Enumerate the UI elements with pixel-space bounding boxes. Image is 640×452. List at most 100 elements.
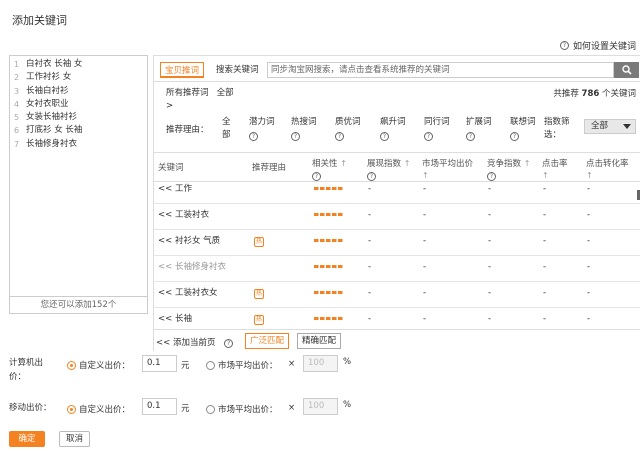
cvr-cell: - — [587, 236, 591, 246]
add-keyword-link[interactable]: << 工作 — [158, 182, 192, 200]
tab-item-recommend[interactable]: 宝贝推词 — [160, 62, 205, 78]
radio-icon — [206, 404, 215, 414]
cancel-button[interactable]: 取消 — [59, 431, 90, 447]
keyword-list-item: 2 工作衬衫 女 — [14, 71, 143, 84]
index-filter-select[interactable]: 全部 — [584, 119, 636, 134]
line-number: 5 — [14, 113, 20, 123]
mobile-percent-input[interactable]: 100 — [303, 398, 338, 415]
keyword-list-item: 5 女装长袖衬衫 — [14, 111, 143, 124]
reason-filter-item[interactable]: 扩展词? — [466, 116, 492, 143]
keyword-list-item: 1 白衬衣 长袖 女 — [14, 58, 143, 71]
avg-price-cell: - — [423, 314, 427, 324]
table-row[interactable]: << 长袖修身衬衣 - - - - - — [154, 256, 640, 282]
keyword-text: 白衬衣 长袖 女 — [26, 59, 83, 69]
col-competition[interactable]: 竞争指数 ↑? — [487, 158, 530, 182]
recommend-panel: 宝贝推词 搜索关键词 同步淘宝网搜索，请点击查看系统推荐的关键词 所有推荐词 全… — [153, 55, 640, 352]
add-keyword-link[interactable]: << 衬衫女 气质 — [158, 230, 220, 252]
breadcrumb-value[interactable]: 全部 — [217, 88, 234, 98]
keyword-text: 长袖修身衬衣 — [26, 138, 78, 149]
competition-cell: - — [488, 288, 492, 298]
radio-icon — [206, 360, 215, 370]
ctr-cell: - — [543, 236, 547, 246]
breadcrumb: 所有推荐词 全部 > — [166, 87, 234, 113]
impressions-cell: - — [368, 210, 372, 220]
col-avg-price[interactable]: 市场平均出价 ↑ — [422, 158, 473, 182]
reason-filter-item[interactable]: 质优词? — [335, 116, 361, 143]
reason-filter-all[interactable]: 全 部 — [222, 116, 231, 142]
question-icon: ? — [510, 132, 519, 141]
reason-filter-item[interactable]: 热搜词? — [291, 116, 317, 143]
table-row[interactable]: << 工装衬衣女 热 - - - - - — [154, 282, 640, 308]
keyword-list-item: 3 长袖白衬衫 — [14, 85, 143, 98]
keyword-list-item: 4 女衬衣职业 — [14, 98, 143, 111]
computer-custom-bid-radio[interactable]: 自定义出价： — [67, 359, 130, 371]
computer-percent-input[interactable]: 100 — [303, 355, 338, 372]
search-input[interactable]: 同步淘宝网搜索，请点击查看系统推荐的关键词 — [267, 62, 614, 78]
keyword-table-body: << 工作 - - - - - << 工装衬衣 - - - - - << 衬衫女 气质热 - - - - - << … — [154, 182, 640, 328]
sort-up-icon: ↑ — [403, 159, 411, 168]
help-link[interactable]: ? 如何设置关键词 — [559, 39, 636, 52]
tab-search-keywords[interactable]: 搜索关键词 — [212, 62, 263, 78]
question-icon: ? — [424, 132, 433, 141]
mobile-percent-sign: % — [343, 400, 352, 410]
relevance-bars — [314, 291, 343, 294]
keyword-text: 长袖白衬衫 — [26, 85, 69, 96]
computer-times-sign: × — [288, 359, 296, 369]
computer-bid-input[interactable]: 0.1 — [142, 355, 177, 372]
line-number: 7 — [14, 139, 20, 149]
ctr-cell: - — [543, 210, 547, 220]
hot-badge: 热 — [254, 289, 264, 299]
avg-price-cell: - — [423, 184, 427, 194]
line-number: 2 — [14, 73, 20, 83]
chevron-down-icon — [623, 124, 631, 129]
reason-filter-item[interactable]: 联想词? — [510, 116, 536, 143]
broad-match-button[interactable]: 广泛匹配 — [245, 333, 290, 349]
question-icon: ? — [335, 132, 344, 141]
help-link-label: 如何设置关键词 — [572, 42, 636, 52]
keyword-text: 打底衫 女 长袖 — [26, 125, 83, 136]
reason-filter-item[interactable]: 飙升词? — [380, 116, 406, 143]
mobile-bid-unit: 元 — [181, 404, 190, 414]
reason-filter-item[interactable]: 同行词? — [424, 116, 450, 143]
question-icon: ? — [367, 172, 376, 181]
table-row[interactable]: << 工作 - - - - - — [154, 182, 640, 204]
reason-filter-item[interactable]: 潜力词? — [249, 116, 275, 143]
sort-up-icon: ↑ — [542, 171, 549, 180]
add-keyword-link[interactable]: << 工装衬衣女 — [158, 282, 217, 304]
table-footer: << 添加当前页 ? 广泛匹配 精确匹配 — [154, 329, 640, 352]
mobile-market-bid-radio[interactable]: 市场平均出价： — [206, 403, 278, 415]
add-keyword-link[interactable]: << 长袖修身衬衣 — [158, 256, 226, 278]
add-keyword-link[interactable]: << 长袖 — [158, 308, 192, 328]
keyword-text: 女装长袖衬衫 — [26, 112, 78, 123]
competition-cell: - — [488, 184, 492, 194]
competition-cell: - — [488, 262, 492, 272]
table-row[interactable]: << 工装衬衣 - - - - - — [154, 204, 640, 230]
reason-label: 推荐理由： — [166, 125, 209, 135]
radio-selected-icon — [67, 360, 76, 370]
line-number: 4 — [14, 99, 20, 109]
table-row[interactable]: << 长袖 热 - - - - - — [154, 308, 640, 328]
mobile-bid-label: 移动出价： — [9, 403, 52, 413]
computer-market-bid-radio[interactable]: 市场平均出价： — [206, 359, 278, 371]
dialog-title: 添加关键词 — [12, 14, 67, 27]
hot-badge: 热 — [254, 315, 264, 325]
question-icon: ? — [466, 132, 475, 141]
add-current-page-button[interactable]: << 添加当前页 ? — [156, 336, 234, 348]
mobile-bid-input[interactable]: 0.1 — [142, 398, 177, 415]
confirm-button[interactable]: 确定 — [9, 431, 45, 447]
exact-match-button[interactable]: 精确匹配 — [297, 333, 342, 349]
competition-cell: - — [488, 210, 492, 220]
mobile-custom-bid-radio[interactable]: 自定义出价： — [67, 403, 130, 415]
add-keyword-link[interactable]: << 工装衬衣 — [158, 204, 209, 226]
col-impressions[interactable]: 展现指数 ↑? — [367, 158, 410, 182]
col-ctr[interactable]: 点击率 ↑ — [542, 158, 568, 182]
ctr-cell: - — [543, 288, 547, 298]
col-relevance[interactable]: 相关性 ↑? — [312, 158, 347, 182]
competition-cell: - — [488, 314, 492, 324]
line-number: 6 — [14, 126, 20, 136]
table-row[interactable]: << 衬衫女 气质 热 - - - - - — [154, 230, 640, 256]
col-cvr[interactable]: 点击转化率 ↑ — [586, 158, 629, 182]
search-button[interactable] — [614, 62, 639, 78]
keyword-textarea[interactable]: 1 白衬衣 长袖 女 2 工作衬衫 女 3 长袖白衬衫 4 女衬衣职业 5 女装长袖衬衫 6 打底衫 … — [9, 55, 148, 314]
keyword-list-item: 7 长袖修身衬衣 — [14, 138, 143, 151]
